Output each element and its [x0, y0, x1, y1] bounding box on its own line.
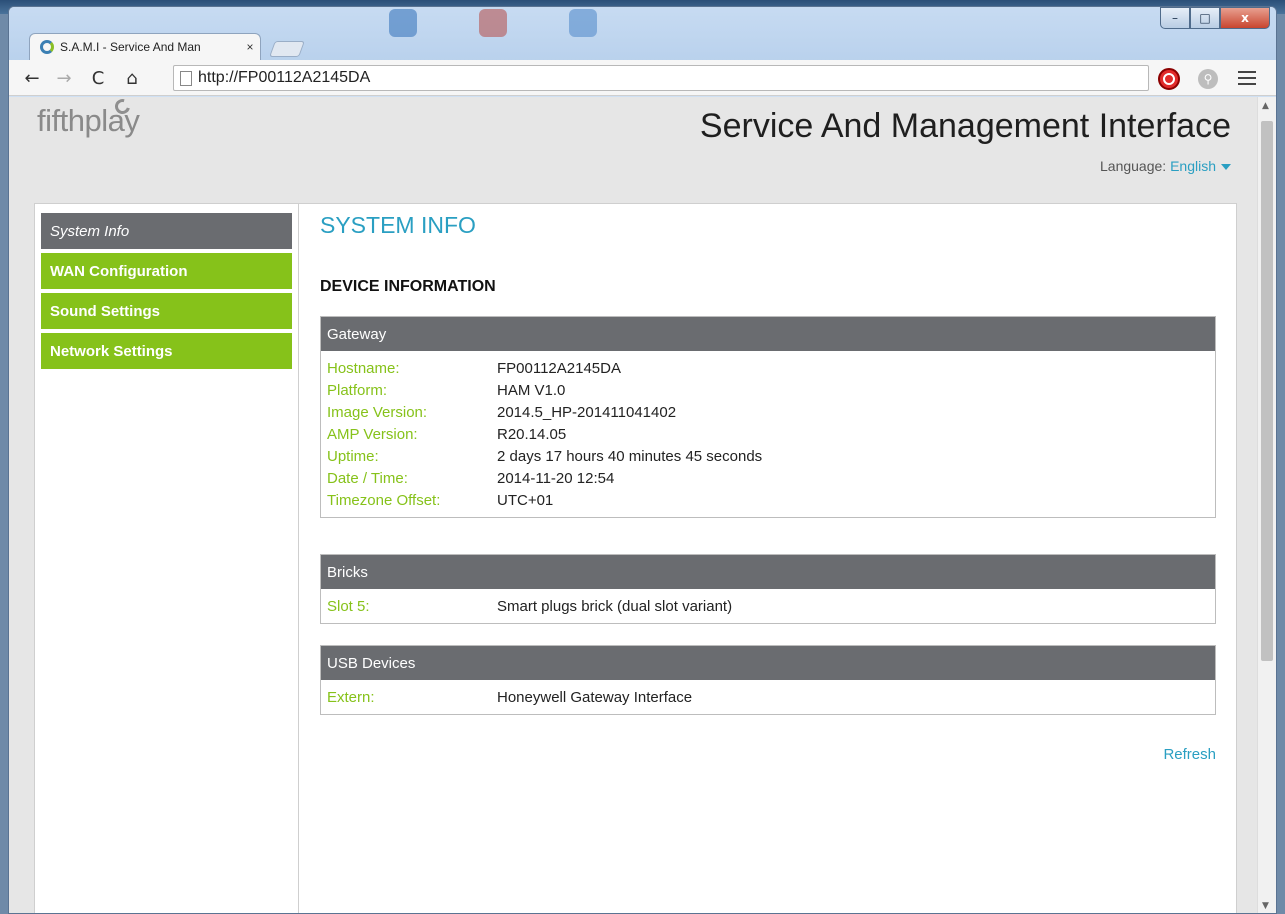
info-key: Date / Time:	[327, 469, 408, 487]
address-bar[interactable]: http://FP00112A2145DA	[173, 65, 1149, 91]
info-key: Image Version:	[327, 403, 428, 421]
desktop-icons	[389, 9, 597, 37]
info-value: Honeywell Gateway Interface	[497, 688, 693, 706]
info-key: Extern:	[327, 688, 375, 706]
info-value: Smart plugs brick (dual slot variant)	[497, 597, 733, 615]
refresh-link[interactable]: Refresh	[1163, 746, 1216, 763]
desktop-app-icon	[479, 9, 507, 37]
gateway-box: Gateway Hostname: FP00112A2145DA Platform…	[320, 316, 1216, 518]
bricks-box: Bricks Slot 5: Smart plugs brick (dual sl…	[320, 554, 1216, 624]
window-controls: – □ x	[1160, 7, 1270, 29]
info-value: R20.14.05	[497, 425, 567, 443]
info-key: Timezone Offset:	[327, 491, 441, 509]
browser-tab[interactable]: S.A.M.I - Service And Man ×	[29, 33, 261, 60]
info-row: Hostname: FP00112A2145DA	[327, 357, 1209, 379]
info-row: Timezone Offset: UTC+01	[327, 489, 1209, 511]
section-title: SYSTEM INFO	[320, 212, 476, 238]
main-panel: System Info WAN Configuration Sound Sett…	[34, 203, 1237, 913]
info-row: Uptime: 2 days 17 hours 40 minutes 45 sec…	[327, 445, 1209, 467]
info-value: 2 days 17 hours 40 minutes 45 seconds	[497, 447, 763, 465]
stop-extension-icon[interactable]	[1158, 68, 1180, 90]
sidebar: System Info WAN Configuration Sound Sett…	[35, 204, 299, 913]
info-value: HAM V1.0	[497, 381, 566, 399]
usb-devices-body: Extern: Honeywell Gateway Interface	[321, 680, 1215, 714]
home-icon[interactable]: ⌂	[121, 67, 143, 89]
vertical-scrollbar[interactable]: ▲ ▼	[1257, 97, 1276, 913]
reload-icon[interactable]: C	[87, 67, 109, 89]
info-row: AMP Version: R20.14.05	[327, 423, 1209, 445]
fifthplay-logo: fifthplay	[37, 97, 140, 139]
sidebar-item-wan-configuration[interactable]: WAN Configuration	[41, 253, 292, 289]
scrollbar-thumb[interactable]	[1261, 121, 1273, 661]
maximize-button[interactable]: □	[1190, 7, 1220, 29]
forward-arrow-icon[interactable]: →	[53, 67, 75, 89]
info-value: FP00112A2145DA	[497, 359, 621, 377]
info-value: 2014.5_HP-201411041402	[497, 403, 677, 421]
new-tab-button[interactable]	[269, 41, 305, 57]
chevron-down-icon[interactable]	[1221, 164, 1231, 171]
info-value: 2014-11-20 12:54	[497, 469, 615, 487]
browser-menu-icon[interactable]	[1238, 69, 1256, 87]
language-label: Language:	[1100, 158, 1167, 174]
gateway-header: Gateway	[321, 317, 1215, 351]
info-row: Date / Time: 2014-11-20 12:54	[327, 467, 1209, 489]
info-key: Platform:	[327, 381, 388, 399]
gateway-body: Hostname: FP00112A2145DA Platform: HAM V1.…	[321, 351, 1215, 517]
page-icon	[180, 70, 192, 86]
url-text: http://FP00112A2145DA	[198, 69, 371, 86]
usb-devices-box: USB Devices Extern: Honeywell Gateway Int…	[320, 645, 1216, 715]
tab-title: S.A.M.I - Service And Man	[60, 40, 201, 54]
page-title: Service And Management Interface	[699, 107, 1231, 145]
desktop-app-icon	[569, 9, 597, 37]
browser-window: – □ x S.A.M.I - Service And Man × ← → C …	[8, 6, 1277, 914]
info-key: AMP Version:	[327, 425, 418, 443]
info-value: UTC+01	[497, 491, 554, 509]
sidebar-item-system-info[interactable]: System Info	[41, 213, 292, 249]
scroll-up-arrow-icon[interactable]: ▲	[1262, 101, 1269, 111]
tab-close-icon[interactable]: ×	[240, 40, 260, 54]
info-key: Slot 5:	[327, 597, 370, 615]
favicon-icon	[40, 40, 54, 54]
sidebar-item-network-settings[interactable]: Network Settings	[41, 333, 292, 369]
bricks-body: Slot 5: Smart plugs brick (dual slot vari…	[321, 589, 1215, 623]
extension-icon[interactable]: ⚲	[1198, 69, 1218, 89]
info-row: Slot 5: Smart plugs brick (dual slot vari…	[327, 595, 1209, 617]
info-row: Platform: HAM V1.0	[327, 379, 1209, 401]
usb-devices-header: USB Devices	[321, 646, 1215, 680]
language-value[interactable]: English	[1170, 158, 1216, 174]
sidebar-item-sound-settings[interactable]: Sound Settings	[41, 293, 292, 329]
browser-toolbar: ← → C ⌂ http://FP00112A2145DA ⚲	[9, 60, 1276, 96]
bricks-header: Bricks	[321, 555, 1215, 589]
page-viewport: fifthplay Service And Management Interfa…	[9, 97, 1259, 913]
close-window-button[interactable]: x	[1220, 7, 1270, 29]
desktop-app-icon	[389, 9, 417, 37]
scroll-down-arrow-icon[interactable]: ▼	[1262, 901, 1269, 911]
minimize-button[interactable]: –	[1160, 7, 1190, 29]
info-key: Uptime:	[327, 447, 379, 465]
language-selector[interactable]: Language: English	[1100, 158, 1231, 174]
info-key: Hostname:	[327, 359, 400, 377]
info-row: Image Version: 2014.5_HP-201411041402	[327, 401, 1209, 423]
back-arrow-icon[interactable]: ←	[21, 67, 43, 89]
subsection-title: DEVICE INFORMATION	[320, 278, 496, 295]
info-row: Extern: Honeywell Gateway Interface	[327, 686, 1209, 708]
